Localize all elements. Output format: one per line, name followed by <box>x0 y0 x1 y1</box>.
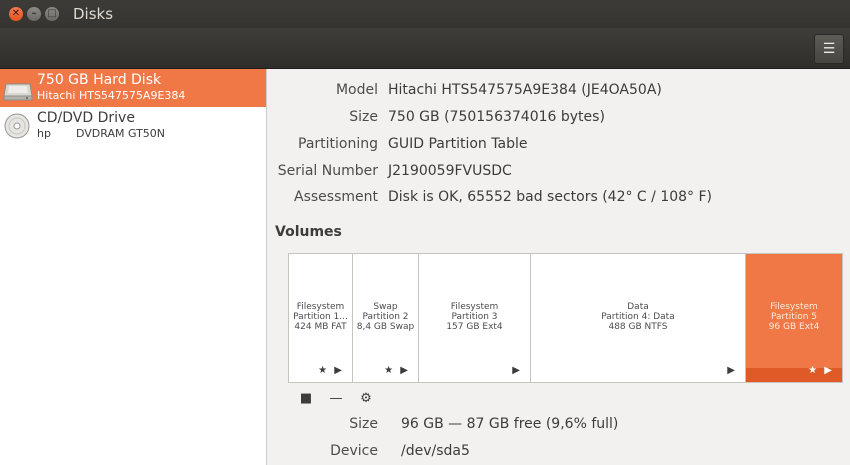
partition-status-icons: ★ ▶ <box>808 365 834 376</box>
partition-name: Partition 2 <box>362 312 409 322</box>
serial-number-value: J2190059FVUSDC <box>388 163 512 179</box>
volume-toolbar: ■ — ⚙ <box>295 387 385 409</box>
partition-status-icons: ★ ▶ <box>384 365 410 376</box>
partition-type: Data <box>627 302 649 312</box>
partition-type: Filesystem <box>770 302 818 312</box>
volumes-heading: Volumes <box>275 224 342 240</box>
volume-map: Filesystem Partition 1... 424 MB FAT ★ ▶… <box>288 253 843 383</box>
hamburger-menu-icon: ☰ <box>822 41 836 57</box>
close-icon[interactable]: ✕ <box>9 7 23 21</box>
partition-4[interactable]: Data Partition 4: Data 488 GB NTFS ▶ <box>531 254 746 382</box>
title-bar: ✕ – □ Disks <box>0 0 850 28</box>
partition-size: 8,4 GB Swap <box>356 322 415 332</box>
maximize-icon[interactable]: □ <box>45 7 59 21</box>
partition-name: Partition 1... <box>293 312 348 322</box>
device-value: /dev/sda5 <box>401 443 470 459</box>
serial-number-row: Serial Number J2190059FVUSDC <box>267 159 850 185</box>
partition-1[interactable]: Filesystem Partition 1... 424 MB FAT ★ ▶ <box>289 254 353 382</box>
drive-list: 750 GB Hard Disk Hitachi HTS547575A9E384… <box>0 69 267 465</box>
drive-vendor: hp <box>37 127 51 140</box>
partition-type: Swap <box>373 302 398 312</box>
partition-status-icons: ★ ▶ <box>318 365 344 376</box>
optical-disc-icon <box>4 113 30 139</box>
partition-status-icons: ▶ <box>512 365 522 376</box>
stop-icon[interactable]: ■ <box>295 387 317 409</box>
partition-size: 157 GB Ext4 <box>446 322 503 332</box>
partition-name: Partition 4: Data <box>601 312 675 322</box>
app-menu-button[interactable]: ☰ <box>814 34 844 64</box>
model-value: Hitachi HTS547575A9E384 (JE4OA50A) <box>388 82 662 98</box>
drive-subtitle: Hitachi HTS547575A9E384 <box>37 89 186 102</box>
drive-subtitle: hp DVDRAM GT50N <box>37 127 165 140</box>
header-bar: ☰ <box>0 28 850 69</box>
size-row: Size 750 GB (750156374016 bytes) <box>267 105 850 131</box>
drive-name: CD/DVD Drive <box>37 110 135 126</box>
hard-disk-icon <box>3 83 33 101</box>
volume-size-value: 96 GB — 87 GB free (9,6% full) <box>401 416 619 432</box>
partitioning-row: Partitioning GUID Partition Table <box>267 132 850 158</box>
assessment-value: Disk is OK, 65552 bad sectors (42° C / 1… <box>388 189 713 205</box>
partition-2[interactable]: Swap Partition 2 8,4 GB Swap ★ ▶ <box>353 254 419 382</box>
model-row: Model Hitachi HTS547575A9E384 (JE4OA50A) <box>267 78 850 104</box>
device-label: Device <box>330 443 378 459</box>
drive-item-cd-dvd[interactable]: CD/DVD Drive hp DVDRAM GT50N <box>0 107 266 145</box>
model-label: Model <box>335 82 378 98</box>
partitioning-value: GUID Partition Table <box>388 136 528 152</box>
partition-size: 424 MB FAT <box>294 322 347 332</box>
window-title: Disks <box>73 5 114 23</box>
minus-icon[interactable]: — <box>325 387 347 409</box>
partitioning-label: Partitioning <box>298 136 378 152</box>
gears-icon[interactable]: ⚙ <box>355 387 377 409</box>
partition-status-icons: ▶ <box>727 365 737 376</box>
partition-name: Partition 3 <box>451 312 498 322</box>
drive-name: 750 GB Hard Disk <box>37 72 162 88</box>
assessment-row: Assessment Disk is OK, 65552 bad sectors… <box>267 185 850 211</box>
size-label: Size <box>349 109 378 125</box>
partition-3[interactable]: Filesystem Partition 3 157 GB Ext4 ▶ <box>419 254 531 382</box>
drive-model: DVDRAM GT50N <box>75 127 166 140</box>
drive-item-hard-disk[interactable]: 750 GB Hard Disk Hitachi HTS547575A9E384 <box>0 69 266 107</box>
volume-size-label: Size <box>349 416 378 432</box>
size-value: 750 GB (750156374016 bytes) <box>388 109 605 125</box>
minimize-icon[interactable]: – <box>27 7 41 21</box>
partition-type: Filesystem <box>450 302 499 312</box>
partition-size: 488 GB NTFS <box>608 322 668 332</box>
drive-details: Model Hitachi HTS547575A9E384 (JE4OA50A)… <box>267 69 850 465</box>
partition-type: Filesystem <box>296 302 345 312</box>
device-row: Device /dev/sda5 <box>267 439 850 465</box>
partition-5[interactable]: Filesystem Partition 5 96 GB Ext4 ★ ▶ <box>746 254 842 382</box>
volume-size-row: Size 96 GB — 87 GB free (9,6% full) <box>267 412 850 438</box>
partition-name: Partition 5 <box>770 312 818 322</box>
partition-size: 96 GB Ext4 <box>768 322 820 332</box>
assessment-label: Assessment <box>294 189 378 205</box>
serial-number-label: Serial Number <box>277 163 378 179</box>
